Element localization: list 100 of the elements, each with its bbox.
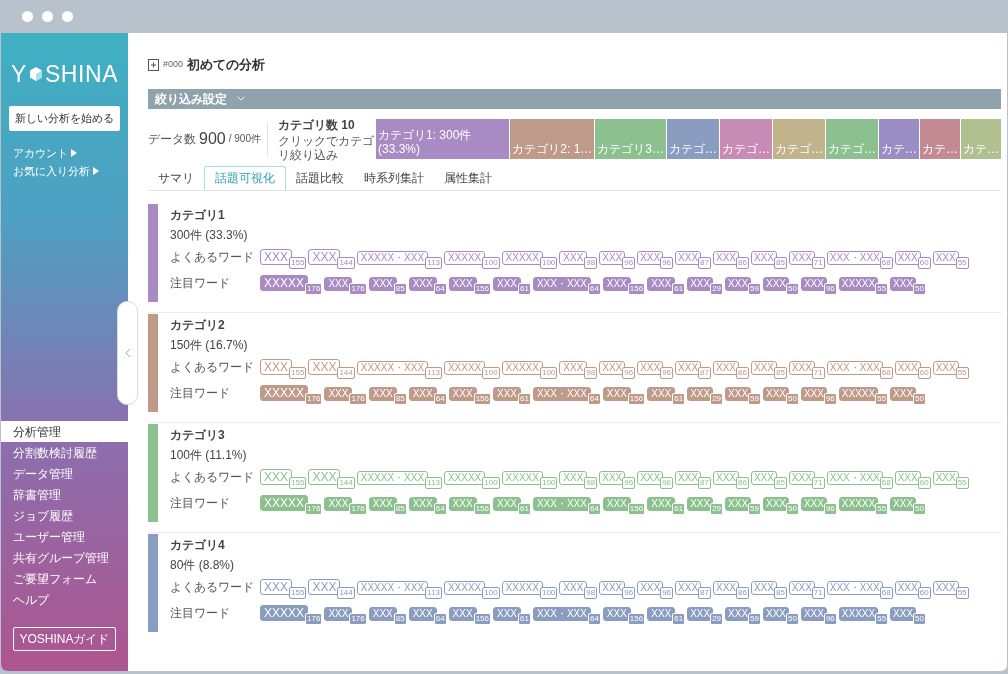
word-tag[interactable]: XXX	[324, 606, 353, 621]
word-tag[interactable]: XXX	[448, 496, 477, 511]
word-tag[interactable]: XXXXX	[260, 494, 309, 511]
word-tag[interactable]: XXX	[368, 276, 397, 291]
word-tag[interactable]: XXXXX	[443, 580, 486, 595]
collapse-handle[interactable]	[117, 301, 138, 405]
sidebar-link[interactable]: アカウント	[13, 144, 128, 161]
word-tag[interactable]: XXX	[894, 470, 921, 485]
nav-item[interactable]: ユーザー管理	[1, 526, 128, 547]
word-tag[interactable]: XXX・XXX	[826, 580, 883, 595]
word-tag[interactable]: XXX	[448, 386, 477, 401]
word-tag[interactable]: XXXXX	[838, 386, 879, 401]
word-tag[interactable]: XXX・XXX	[532, 496, 591, 511]
word-tag[interactable]: XXXXX	[501, 250, 543, 265]
nav-item[interactable]: ヘルプ	[1, 589, 128, 610]
word-tag[interactable]: XXX	[493, 386, 521, 401]
nav-item[interactable]: ご要望フォーム	[1, 568, 128, 589]
word-tag[interactable]: XXX・XXX	[826, 250, 883, 265]
word-tag[interactable]: XXX	[559, 360, 588, 375]
word-tag[interactable]: XXXXX	[838, 276, 879, 291]
word-tag[interactable]: XXX	[559, 580, 588, 595]
word-tag[interactable]: XXX	[800, 386, 827, 401]
word-tag[interactable]: XXX	[308, 578, 341, 595]
word-tag[interactable]: XXXXX	[443, 360, 486, 375]
word-tag[interactable]: XXXXX・XXX	[356, 250, 429, 265]
word-tag[interactable]: XXX	[637, 360, 664, 375]
word-tag[interactable]: XXX	[932, 580, 959, 595]
nav-item[interactable]: 辞書管理	[1, 484, 128, 505]
word-tag[interactable]: XXX	[763, 606, 789, 621]
word-tag[interactable]: XXX	[408, 496, 437, 511]
word-tag[interactable]: XXX	[750, 470, 777, 485]
word-tag[interactable]: XXX	[324, 386, 353, 401]
word-tag[interactable]: XXX	[763, 276, 789, 291]
word-tag[interactable]: XXX	[713, 580, 739, 595]
word-tag[interactable]: XXX	[308, 248, 341, 265]
word-tag[interactable]: XXX	[894, 360, 921, 375]
nav-item[interactable]: 分析管理	[1, 421, 128, 442]
word-tag[interactable]: XXX	[308, 468, 341, 485]
nav-item[interactable]: 分割数検討履歴	[1, 442, 128, 463]
word-tag[interactable]: XXX	[493, 496, 521, 511]
word-tag[interactable]: XXXXX	[260, 604, 309, 621]
category-segment[interactable]: カテゴリ1: 300件 (33.3%)	[376, 118, 510, 159]
word-tag[interactable]: XXX	[788, 470, 815, 485]
word-tag[interactable]: XXX	[493, 276, 521, 291]
word-tag[interactable]: XXX	[308, 358, 341, 375]
word-tag[interactable]: XXX	[324, 276, 353, 291]
filter-bar[interactable]: 絞り込み設定	[148, 88, 1001, 109]
guide-button[interactable]: YOSHINAガイド	[13, 627, 116, 651]
word-tag[interactable]: XXX	[800, 276, 827, 291]
word-tag[interactable]: XXX	[788, 360, 815, 375]
word-tag[interactable]: XXX	[637, 250, 664, 265]
word-tag[interactable]: XXX	[602, 496, 631, 511]
nav-item[interactable]: 共有グループ管理	[1, 547, 128, 568]
word-tag[interactable]: XXX	[408, 606, 437, 621]
word-tag[interactable]: XXXXX	[260, 274, 309, 291]
word-tag[interactable]: XXX	[599, 580, 626, 595]
word-tag[interactable]: XXX	[750, 360, 777, 375]
category-segment[interactable]: カテゴ…	[826, 118, 878, 159]
word-tag[interactable]: XXXXX・XXX	[356, 580, 429, 595]
word-tag[interactable]: XXXXX	[838, 496, 879, 511]
word-tag[interactable]: XXX	[408, 386, 437, 401]
category-segment[interactable]: カテ…	[961, 118, 1001, 159]
word-tag[interactable]: XXX	[260, 468, 292, 485]
word-tag[interactable]: XXXXX	[501, 470, 543, 485]
category-segment[interactable]: カテゴ…	[720, 118, 772, 159]
word-tag[interactable]: XXX	[647, 496, 676, 511]
word-tag[interactable]: XXX・XXX	[532, 276, 591, 291]
word-tag[interactable]: XXX	[750, 580, 777, 595]
word-tag[interactable]: XXX・XXX	[532, 386, 591, 401]
word-tag[interactable]: XXX	[448, 276, 477, 291]
sidebar-link[interactable]: お気に入り分析	[13, 163, 128, 180]
word-tag[interactable]: XXXXX	[443, 250, 486, 265]
word-tag[interactable]: XXXXX・XXX	[356, 470, 429, 485]
word-tag[interactable]: XXX	[894, 580, 921, 595]
word-tag[interactable]: XXX・XXX	[826, 360, 883, 375]
word-tag[interactable]: XXXXX	[443, 470, 486, 485]
word-tag[interactable]: XXX	[687, 606, 714, 621]
tab[interactable]: 話題可視化	[204, 165, 286, 190]
word-tag[interactable]: XXX	[559, 470, 588, 485]
tab[interactable]: 時系列集計	[354, 165, 434, 190]
word-tag[interactable]: XXX	[637, 580, 664, 595]
word-tag[interactable]: XXX	[493, 606, 521, 621]
word-tag[interactable]: XXX	[647, 276, 676, 291]
word-tag[interactable]: XXXXX	[838, 606, 879, 621]
word-tag[interactable]: XXX・XXX	[826, 470, 883, 485]
tab[interactable]: 話題比較	[286, 165, 354, 190]
nav-item[interactable]: データ管理	[1, 463, 128, 484]
word-tag[interactable]: XXX	[324, 496, 353, 511]
word-tag[interactable]: XXXXX	[260, 384, 309, 401]
word-tag[interactable]: XXX	[602, 606, 631, 621]
word-tag[interactable]: XXX	[788, 250, 815, 265]
tab[interactable]: 属性集計	[434, 165, 502, 190]
word-tag[interactable]: XXX	[602, 276, 631, 291]
word-tag[interactable]: XXX	[599, 360, 626, 375]
word-tag[interactable]: XXX	[713, 470, 739, 485]
word-tag[interactable]: XXX・XXX	[532, 606, 591, 621]
nav-item[interactable]: ジョブ履歴	[1, 505, 128, 526]
word-tag[interactable]: XXX	[647, 386, 676, 401]
word-tag[interactable]: XXX	[368, 386, 397, 401]
word-tag[interactable]: XXX	[647, 606, 676, 621]
